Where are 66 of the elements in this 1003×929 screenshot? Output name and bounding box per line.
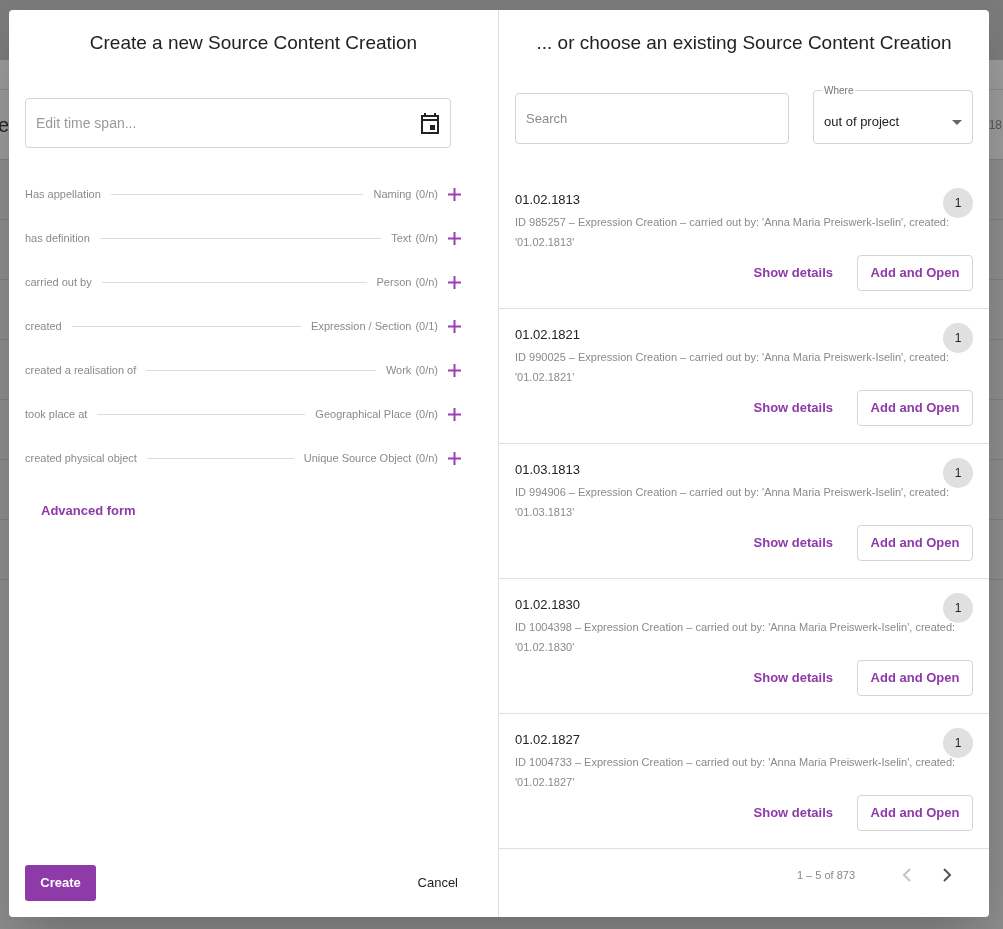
dropdown-caret-icon	[952, 119, 962, 125]
count-badge: 1	[943, 593, 973, 623]
add-icon[interactable]	[448, 451, 461, 465]
time-span-field[interactable]: Edit time span...	[25, 98, 451, 148]
add-icon[interactable]	[448, 407, 461, 421]
relation-target: Naming	[373, 186, 412, 202]
show-details-link[interactable]: Show details	[753, 533, 833, 553]
relation-count: (0/n)	[415, 450, 438, 466]
pagination-range: 1 – 5 of 873	[796, 867, 855, 883]
relation-target: Geographical Place	[315, 406, 412, 422]
result-date: 01.03.1813	[515, 461, 581, 479]
relation-target: Expression / Section	[311, 318, 412, 334]
show-details-link[interactable]: Show details	[753, 668, 833, 688]
result-description: ID 990025 – Expression Creation – carried out by: 'Anna Maria Preiswerk-Iselin', created: '01.02.1821'	[515, 350, 951, 385]
relation-count: (0/n)	[415, 186, 438, 202]
relation-label: carried out by	[25, 274, 92, 290]
relation-count: (0/1)	[415, 318, 438, 334]
count-badge: 1	[943, 458, 973, 488]
chevron-left-icon	[902, 868, 912, 882]
add-and-open-button[interactable]: Add and Open	[857, 255, 973, 291]
add-icon[interactable]	[448, 363, 461, 377]
relation-target: Work	[385, 362, 412, 378]
show-details-link[interactable]: Show details	[753, 263, 833, 283]
add-icon[interactable]	[448, 231, 461, 245]
cancel-button[interactable]: Cancel	[393, 865, 482, 901]
show-details-link[interactable]: Show details	[753, 398, 833, 418]
add-and-open-button[interactable]: Add and Open	[857, 660, 973, 696]
result-date: 01.02.1830	[515, 596, 581, 614]
add-and-open-button[interactable]: Add and Open	[857, 390, 973, 426]
relation-count: (0/n)	[415, 274, 438, 290]
result-description: ID 1004398 – Expression Creation – carried out by: 'Anna Maria Preiswerk-Iselin', created: '01.02.1830'	[515, 620, 957, 655]
add-and-open-button[interactable]: Add and Open	[857, 795, 973, 831]
result-date: 01.02.1821	[515, 326, 581, 344]
relation-target: Person	[376, 274, 412, 290]
add-icon[interactable]	[448, 275, 461, 289]
relation-label: took place at	[25, 406, 88, 422]
relation-label: Has appellation	[25, 186, 101, 202]
add-icon[interactable]	[448, 319, 461, 333]
relation-label: created a realisation of	[25, 362, 137, 378]
add-icon[interactable]	[448, 187, 461, 201]
relation-target: Unique Source Object	[303, 450, 412, 466]
result-date: 01.02.1827	[515, 731, 581, 749]
count-badge: 1	[943, 323, 973, 353]
dialog-title: ... or choose an existing Source Content Creation	[535, 31, 953, 55]
chevron-right-icon	[942, 868, 952, 882]
dialog-title: Create a new Source Content Creation	[88, 31, 419, 55]
relation-count: (0/n)	[415, 406, 438, 422]
relation-label: has definition	[25, 230, 90, 246]
relation-label: created	[25, 318, 62, 334]
relation-label: created physical object	[25, 450, 137, 466]
background-text: 18	[988, 116, 1002, 134]
count-badge: 1	[943, 728, 973, 758]
calendar-icon[interactable]	[420, 112, 440, 134]
search-field[interactable]: Search	[515, 93, 789, 144]
result-description: ID 985257 – Expression Creation – carried out by: 'Anna Maria Preiswerk-Iselin', created: '01.02.1813'	[515, 215, 951, 250]
show-details-link[interactable]: Show details	[753, 803, 833, 823]
create-button[interactable]: Create	[25, 865, 96, 901]
result-date: 01.02.1813	[515, 191, 581, 209]
relation-count: (0/n)	[415, 230, 438, 246]
count-badge: 1	[943, 188, 973, 218]
add-and-open-button[interactable]: Add and Open	[857, 525, 973, 561]
result-description: ID 994906 – Expression Creation – carried out by: 'Anna Maria Preiswerk-Iselin', created: '01.03.1813'	[515, 485, 951, 520]
relation-target: Text	[391, 230, 412, 246]
advanced-form-link[interactable]: Advanced form	[41, 501, 136, 521]
relation-count: (0/n)	[415, 362, 438, 378]
result-description: ID 1004733 – Expression Creation – carried out by: 'Anna Maria Preiswerk-Iselin', created: '01.02.1827'	[515, 755, 957, 790]
